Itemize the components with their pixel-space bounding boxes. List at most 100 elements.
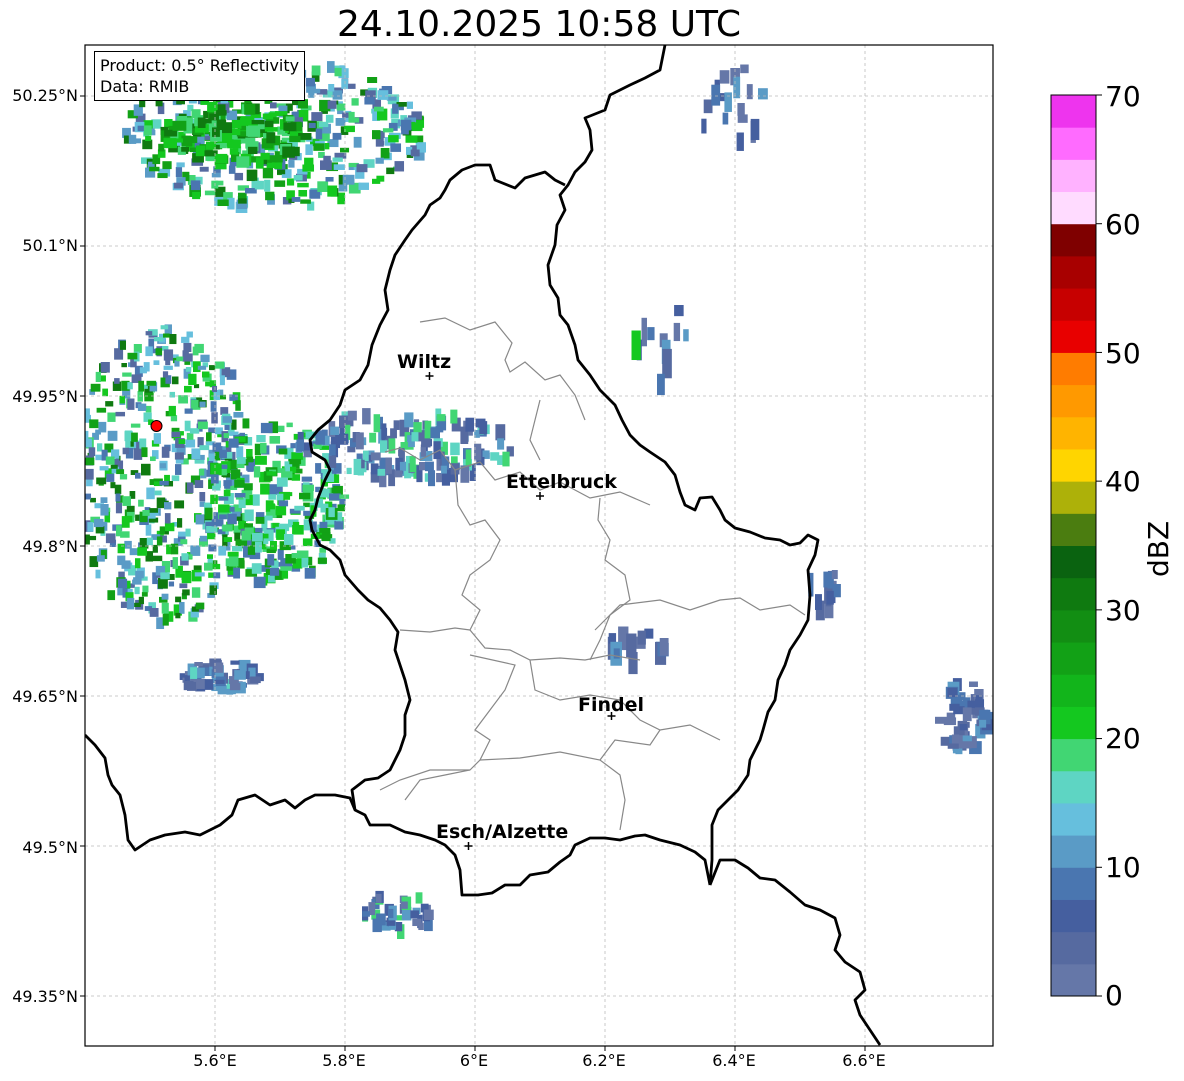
colorbar-segment: [1051, 288, 1096, 321]
echo-cell: [270, 541, 277, 550]
echo-cell: [184, 408, 193, 414]
echo-cell: [229, 394, 238, 401]
echo-cell: [121, 560, 131, 569]
lat-label: 50.1°N: [22, 236, 78, 255]
echo-cell: [228, 165, 236, 174]
echo-cell: [189, 428, 200, 434]
echo-cell: [737, 103, 745, 116]
echo-cell: [198, 468, 205, 476]
echo-cell: [260, 442, 267, 454]
echo-cell: [137, 547, 148, 556]
echo-cell: [186, 432, 194, 440]
echo-cell: [297, 431, 304, 440]
echo-cell: [215, 153, 228, 164]
echo-cell: [172, 120, 187, 131]
echo-cell: [268, 494, 276, 500]
echo-cell: [162, 371, 169, 378]
echo-cell: [674, 305, 684, 317]
echo-cell: [313, 143, 325, 151]
echo-cell: [218, 504, 230, 513]
echo-cell: [740, 64, 749, 74]
echo-cell: [647, 327, 655, 341]
echo-cell: [370, 463, 379, 475]
echo-cell: [170, 543, 179, 555]
lat-label: 49.5°N: [22, 838, 78, 857]
echo-cell: [411, 432, 419, 442]
echo-cell: [176, 356, 184, 362]
echo-cell: [315, 128, 323, 140]
echo-cell: [160, 572, 170, 580]
echo-cell: [332, 132, 342, 140]
echo-cell: [234, 493, 246, 498]
echo-cell: [162, 613, 169, 626]
echo-cell: [315, 463, 322, 474]
lat-label: 49.65°N: [12, 687, 78, 706]
echo-cell: [174, 452, 184, 460]
echo-cell: [319, 528, 331, 533]
echo-cell: [127, 382, 133, 390]
echo-cell: [967, 700, 976, 708]
echo-cell: [141, 463, 151, 476]
echo-cell: [405, 135, 418, 143]
echo-cell: [107, 590, 116, 601]
echo-cell: [370, 452, 381, 461]
echo-cell: [211, 172, 221, 178]
echo-cell: [959, 724, 968, 731]
radar-site-marker[interactable]: [150, 420, 163, 432]
echo-cell: [947, 743, 959, 749]
echo-cell: [289, 459, 302, 465]
echo-cell: [211, 519, 224, 527]
echo-cell: [247, 126, 261, 137]
echo-cell: [311, 65, 321, 76]
echo-cell: [181, 553, 189, 561]
colorbar-segment: [1051, 255, 1096, 289]
echo-cell: [750, 118, 760, 141]
echo-cell: [210, 401, 217, 412]
echo-cell: [256, 435, 266, 443]
echo-cell: [250, 676, 261, 684]
echo-cell: [255, 157, 264, 169]
echo-cell: [100, 497, 108, 504]
echo-cell: [410, 149, 420, 157]
echo-cell: [175, 596, 182, 603]
echo-cell: [374, 106, 384, 112]
colorbar-tick: 70: [1105, 80, 1141, 113]
echo-cell: [172, 376, 179, 385]
echo-cell: [657, 373, 665, 396]
echo-cell: [195, 514, 205, 525]
echo-cell: [331, 487, 341, 494]
echo-cell: [115, 493, 121, 502]
echo-cell: [255, 516, 265, 524]
radar-map[interactable]: [0, 0, 1184, 1081]
echo-cell: [196, 667, 205, 678]
echo-cell: [340, 147, 350, 153]
echo-cell: [400, 119, 412, 131]
echo-cell: [243, 483, 253, 491]
echo-cell: [406, 101, 413, 109]
echo-cell: [722, 112, 729, 125]
colorbar-tick: 10: [1105, 851, 1141, 884]
echo-cell: [334, 521, 342, 526]
echo-cell: [229, 148, 239, 155]
echo-cell: [220, 407, 229, 415]
canton-borders: [379, 317, 806, 831]
echo-cell: [204, 562, 213, 571]
lon-label: 5.6°E: [193, 1051, 237, 1070]
echo-cell: [212, 385, 218, 392]
echo-cell: [127, 352, 138, 360]
echo-cell: [233, 412, 244, 418]
echo-cell: [110, 482, 116, 489]
echo-cell: [105, 533, 116, 544]
echo-cell: [169, 334, 177, 345]
echo-cell: [308, 122, 316, 129]
colorbar-segment: [1051, 931, 1096, 965]
echo-cell: [77, 459, 82, 469]
echo-cell: [962, 707, 972, 722]
colorbar-segment: [1051, 352, 1096, 386]
echo-cell: [107, 412, 116, 422]
echo-cell: [219, 375, 225, 386]
echo-cell: [205, 141, 216, 150]
echo-cell: [637, 630, 646, 645]
echo-cell: [409, 456, 416, 473]
echo-cell: [127, 515, 133, 523]
